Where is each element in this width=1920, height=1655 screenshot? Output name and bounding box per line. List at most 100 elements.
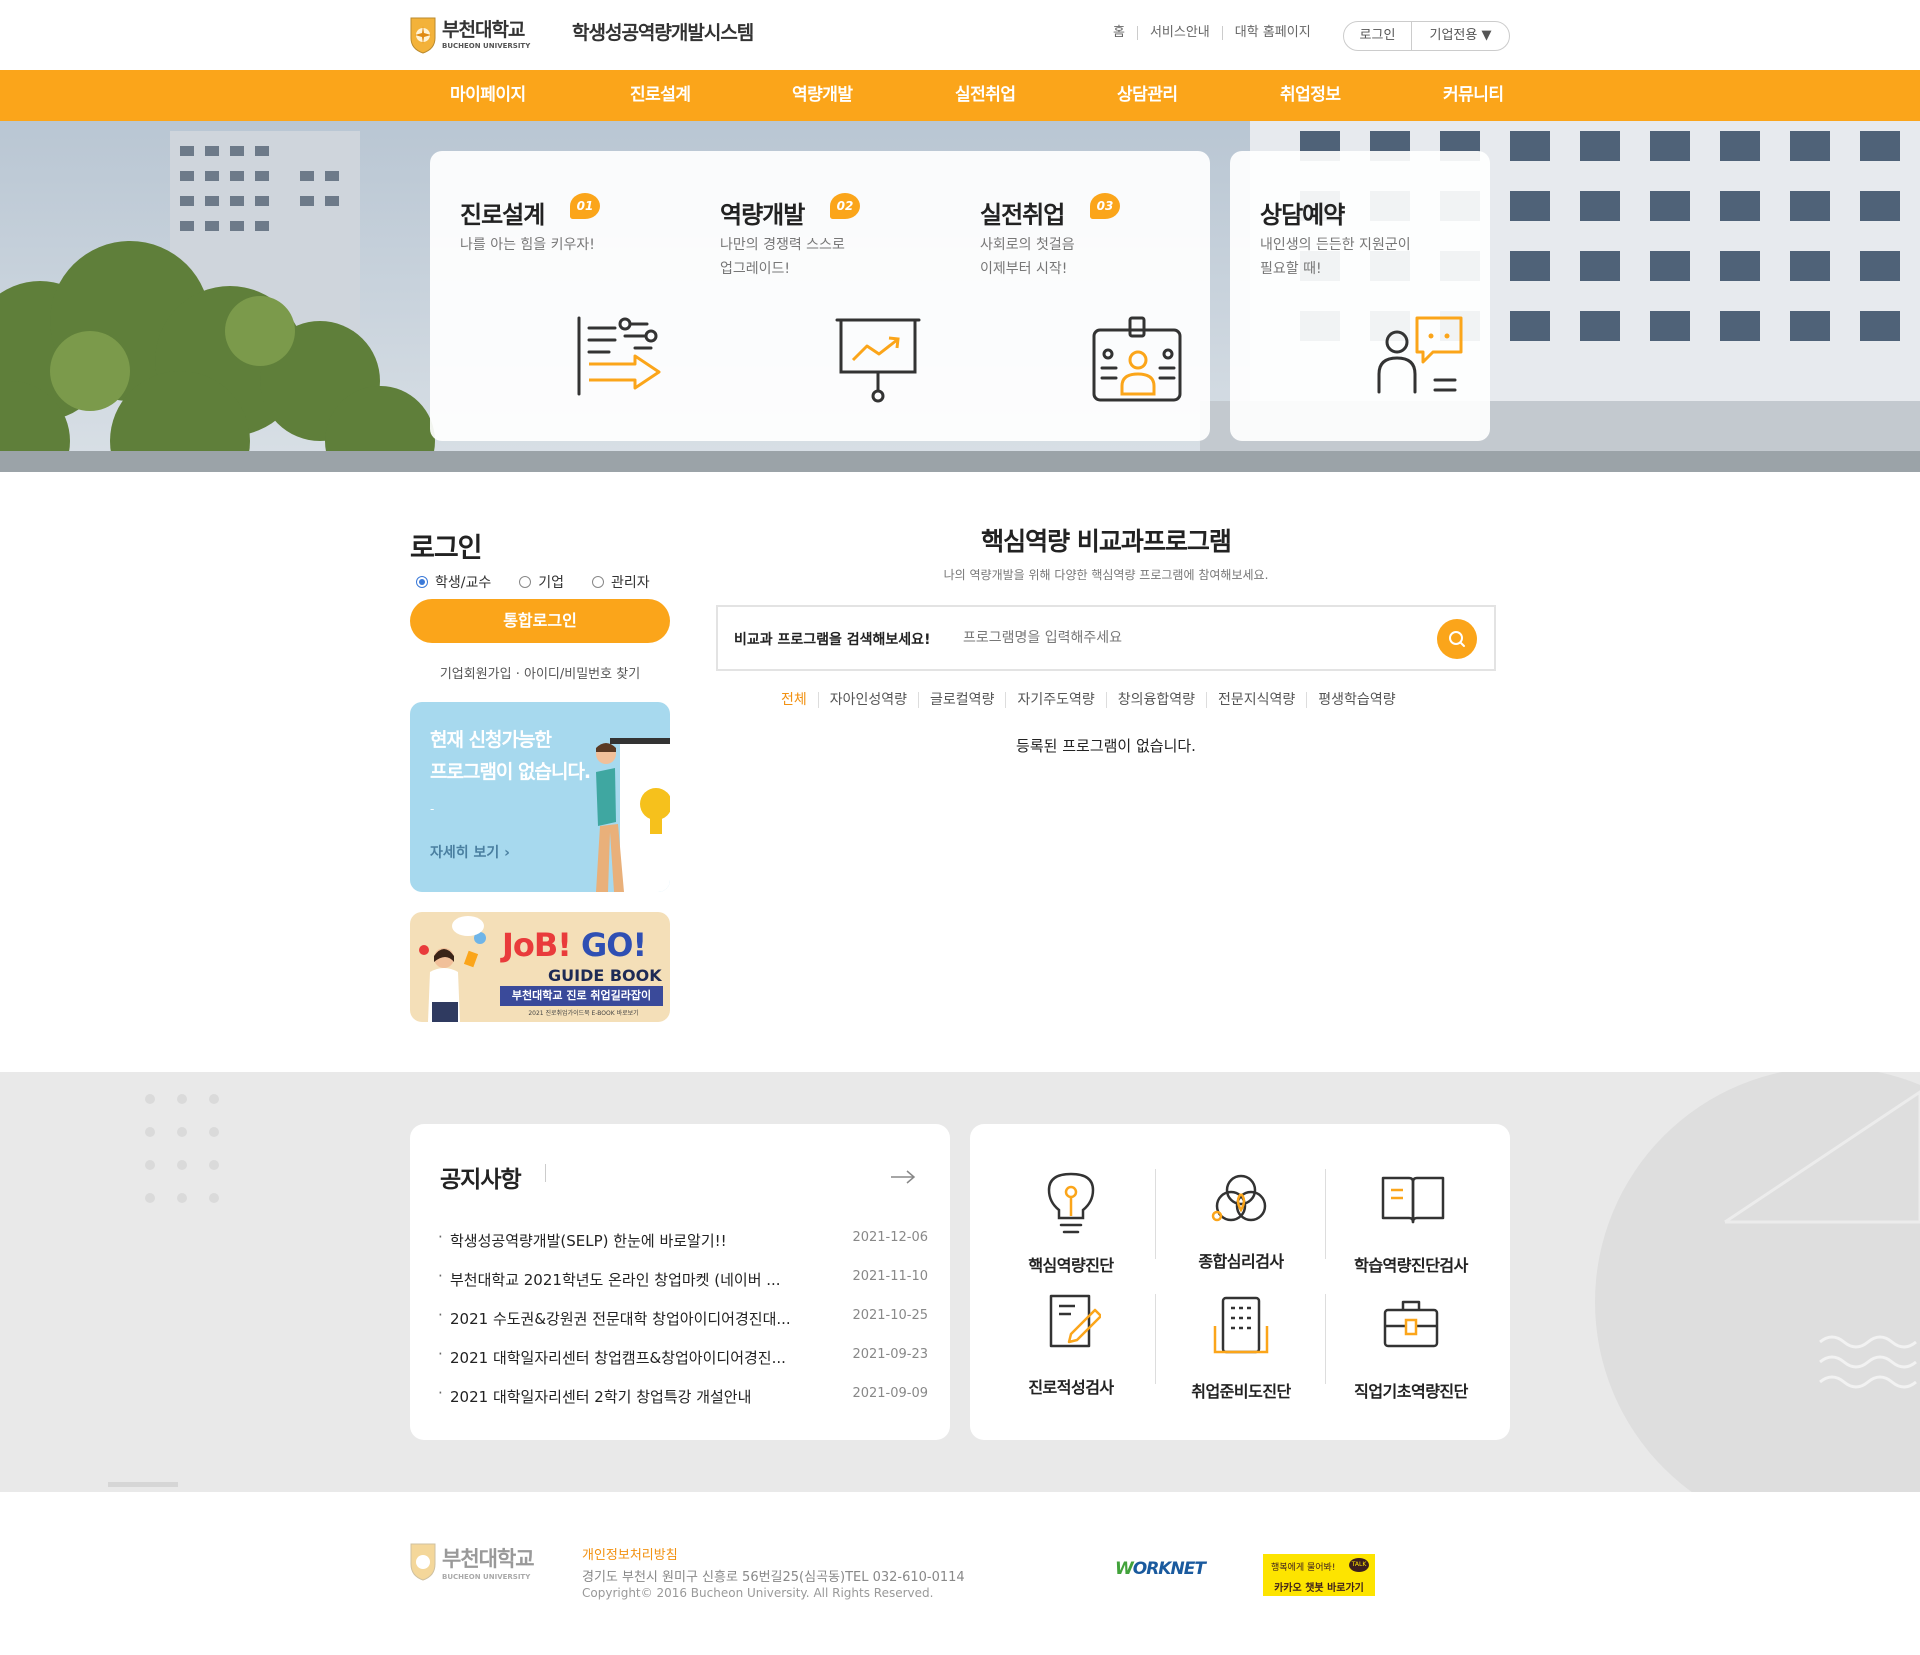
radio-dot[interactable] (592, 576, 605, 588)
card-title: 역량개발 (720, 201, 805, 229)
tab-lifelong-learning[interactable]: 평생학습역량 (1306, 692, 1406, 708)
title-divider (545, 1164, 546, 1182)
kakao-label: 카카오 챗봇 바로가기 (1274, 1583, 1364, 1594)
nav-employment[interactable]: 실전취업 (955, 70, 1016, 121)
notice-item[interactable]: · 부천대학교 2021학년도 온라인 창업마켓 (네이버 ... 2021-1… (438, 1267, 928, 1306)
tab-self-character[interactable]: 자아인성역량 (817, 692, 918, 708)
notice-item-title[interactable]: 부천대학교 2021학년도 온라인 창업마켓 (네이버 ... (450, 1269, 781, 1290)
card-description: 나만의 경쟁력 스스로 업그레이드! (720, 237, 845, 277)
university-logo[interactable]: 부천대학교 BUCHEON UNIVERSITY (410, 14, 545, 56)
footer-logo-name: 부천대학교 (442, 1547, 535, 1571)
footer-logo-english: BUCHEON UNIVERSITY (442, 1573, 531, 1581)
hero-card-competency[interactable]: 역량개발 02 나만의 경쟁력 스스로 업그레이드! (690, 151, 950, 441)
program-search-box: 비교과 프로그램을 검색해보세요! (716, 605, 1496, 671)
radio-dot[interactable] (416, 576, 428, 588)
card-number-badge: 03 (1090, 193, 1120, 219)
corporate-dropdown[interactable]: 기업전용 ▼ (1412, 22, 1509, 50)
utility-links: 홈 서비스안내 대학 홈페이지 (1105, 26, 1323, 40)
notice-item-date: 2021-12-06 (852, 1230, 928, 1245)
hero-card-counseling[interactable]: 상담예약 내인생의 든든한 지원군이 필요할 때! (1230, 151, 1490, 441)
bullet-icon: · (438, 1267, 443, 1285)
divider (1155, 1294, 1156, 1384)
consulting-chat-icon (1377, 316, 1463, 394)
shield-logo-icon (410, 17, 436, 54)
tab-expertise[interactable]: 전문지식역량 (1206, 692, 1306, 708)
radio-student-professor[interactable]: 학생/교수 (416, 572, 491, 592)
card-number-badge: 01 (570, 193, 600, 219)
search-label: 비교과 프로그램을 검색해보세요! (734, 632, 931, 648)
nav-counseling[interactable]: 상담관리 (1117, 70, 1178, 121)
card-description: 나를 아는 힘을 키우자! (460, 237, 595, 253)
nav-job-info[interactable]: 취업정보 (1280, 70, 1341, 121)
privacy-policy-link[interactable]: 개인정보처리방침 (582, 1544, 678, 1563)
card-title: 상담예약 (1260, 201, 1345, 229)
card-description: 내인생의 든든한 지원군이 필요할 때! (1260, 237, 1411, 277)
arrow-right-icon[interactable] (890, 1170, 916, 1184)
kakao-chatbot-link[interactable]: 행복에게 물어봐! TALK 카카오 챗봇 바로가기 (1263, 1554, 1375, 1596)
briefcase-icon (1383, 1300, 1439, 1348)
bullet-icon: · (438, 1384, 443, 1402)
notice-test-section: 공지사항 · 학생성공역량개발(SELP) 한눈에 바로알기!! 2021-12… (0, 1072, 1920, 1492)
notice-item[interactable]: · 2021 수도권&강원권 전문대학 창업아이디어경진대... 2021-10… (438, 1306, 928, 1345)
site-title[interactable]: 학생성공역량개발시스템 (572, 18, 754, 45)
job-go-guidebook-banner[interactable]: JoB! GO! GUIDE BOOK 부천대학교 진로 취업길라잡이 2021… (410, 912, 670, 1022)
login-type-radios: 학생/교수 기업 관리자 (416, 572, 678, 592)
job-go-headline: JoB! GO! (502, 926, 647, 964)
notice-item-title[interactable]: 2021 대학일자리센터 창업캠프&창업아이디어경진... (450, 1347, 786, 1368)
banner-more-link[interactable]: 자세히 보기 › (430, 842, 510, 862)
tab-glocal[interactable]: 글로컬역량 (918, 692, 1005, 708)
hero-card-employment[interactable]: 실전취업 03 사회로의 첫걸음 이제부터 시작! (950, 151, 1210, 441)
notice-item[interactable]: · 학생성공역량개발(SELP) 한눈에 바로알기!! 2021-12-06 (438, 1228, 928, 1267)
header-login-button[interactable]: 로그인 (1344, 22, 1412, 50)
radio-dot[interactable] (519, 576, 532, 588)
login-title: 로그인 (410, 533, 483, 564)
guidebook-ebook-link: 2021 진로취업가이드북 E-BOOK 바로보기 (528, 1010, 639, 1017)
notice-item[interactable]: · 2021 대학일자리센터 창업캠프&창업아이디어경진... 2021-09-… (438, 1345, 928, 1384)
radio-corporate[interactable]: 기업 (519, 572, 564, 592)
hero-counseling-panel: 상담예약 내인생의 든든한 지원군이 필요할 때! (1230, 151, 1490, 441)
radio-admin[interactable]: 관리자 (592, 572, 650, 592)
util-link-university[interactable]: 대학 홈페이지 (1221, 26, 1323, 40)
notice-item-title[interactable]: 학생성공역량개발(SELP) 한눈에 바로알기!! (450, 1230, 727, 1251)
worknet-link[interactable]: WORKNET (1115, 1559, 1206, 1579)
card-description: 사회로의 첫걸음 이제부터 시작! (980, 237, 1075, 277)
integrated-login-button[interactable]: 통합로그인 (410, 599, 670, 643)
hero-card-career-plan[interactable]: 진로설계 01 나를 아는 힘을 키우자! (430, 151, 690, 441)
hero-menu-panel: 진로설계 01 나를 아는 힘을 키우자! 역량개발 02 나만의 경쟁력 스스… (430, 151, 1210, 441)
decorative-background (145, 1072, 1920, 1492)
tab-self-directed[interactable]: 자기주도역량 (1005, 692, 1105, 708)
bullet-icon: · (438, 1306, 443, 1324)
tab-all[interactable]: 전체 (770, 692, 818, 708)
notice-item-title[interactable]: 2021 수도권&강원권 전문대학 창업아이디어경진대... (450, 1308, 791, 1329)
student-illustration (419, 916, 486, 1022)
kakao-talk-icon: TALK (1349, 1558, 1369, 1572)
nav-mypage[interactable]: 마이페이지 (450, 70, 526, 121)
signup-find-account-links[interactable]: 기업회원가입 · 아이디/비밀번호 찾기 (410, 663, 670, 682)
radio-label: 학생/교수 (435, 575, 492, 591)
hero-section: 진로설계 01 나를 아는 힘을 키우자! 역량개발 02 나만의 경쟁력 스스… (0, 121, 1920, 472)
search-icon (1449, 631, 1465, 647)
footer-address: 경기도 부천시 원미구 신흥로 56번길25(심곡동)TEL 032-610-0… (582, 1570, 965, 1585)
worknet-rest: ORKNET (1132, 1559, 1206, 1579)
document-pen-icon (1049, 1294, 1101, 1348)
nav-career-plan[interactable]: 진로설계 (630, 70, 691, 121)
notice-item-date: 2021-09-23 (852, 1347, 928, 1362)
venn-circles-icon (1211, 1174, 1267, 1222)
footer-copyright: Copyright© 2016 Bucheon University. All … (582, 1586, 934, 1600)
notice-item-title[interactable]: 2021 대학일자리센터 2학기 창업특강 개설안내 (450, 1386, 751, 1407)
util-link-service[interactable]: 서비스안내 (1136, 26, 1222, 40)
banner-message: 현재 신청가능한 프로그램이 없습니다. (430, 729, 591, 783)
nav-community[interactable]: 커뮤니티 (1443, 70, 1504, 121)
util-link-home[interactable]: 홈 (1105, 26, 1137, 40)
notice-item[interactable]: · 2021 대학일자리센터 2학기 창업특강 개설안내 2021-09-09 (438, 1384, 928, 1423)
available-programs-banner[interactable]: 현재 신청가능한 프로그램이 없습니다. - 자세히 보기 › (410, 702, 670, 892)
divider (1155, 1169, 1156, 1259)
test-label: 핵심역량진단 (1028, 1256, 1114, 1275)
card-title: 진로설계 (460, 201, 545, 229)
nav-competency[interactable]: 역량개발 (792, 70, 853, 121)
program-search-input[interactable] (963, 625, 1383, 651)
tab-creative-convergence[interactable]: 창의융합역량 (1105, 692, 1206, 708)
search-button[interactable] (1437, 619, 1477, 659)
logo-name: 부천대학교 (442, 18, 525, 41)
career-plan-icon (577, 316, 661, 396)
